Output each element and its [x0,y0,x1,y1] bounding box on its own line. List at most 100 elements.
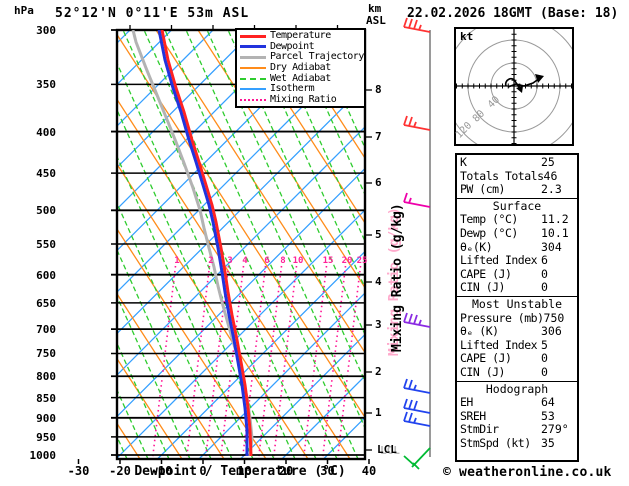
km-tick-label: 6 [375,176,382,189]
panel-row-value: 5 [541,337,548,352]
pressure-tick-label: 350 [36,78,56,92]
temp-tick-label: -30 [67,464,90,478]
legend-item: Isotherm [240,84,364,95]
wind-barb [403,411,431,427]
legend-swatch [240,34,266,38]
pressure-tick-label: 1000 [29,449,57,462]
panel-section: Hodograph EH 64 SREH 53 StmDir 279° StmSpd (kt)… [457,380,577,452]
temp-tick-label: 20 [278,464,294,478]
legend-label: Temperature [270,30,331,42]
panel-row: CAPE (J) 0 [457,352,577,366]
km-tick-label: 5 [375,228,382,241]
legend-label: Parcel Trajectory [270,51,364,63]
mixing-ratio-value-label: 15 [322,256,334,266]
panel-row-value: 0 [541,364,548,379]
panel-row-label: Totals Totals [460,168,544,183]
panel-row-value: 46 [543,168,558,183]
panel-row-label: K [460,155,467,169]
mixing-ratio-value-label: 1 [174,256,180,266]
legend-label: Isotherm [270,83,315,95]
panel-row-label: Pressure (mb) [460,310,544,325]
chart-legend: Temperature Dewpoint Parcel Trajectory Dry … [235,28,366,109]
panel-row-label: PW (cm) [460,182,505,197]
panel-row-label: CIN (J) [460,280,505,295]
altitude-axis-unit-asl: ASL [366,14,386,27]
legend-item: Mixing Ratio [240,94,364,106]
panel-section-header: Most Unstable [471,296,562,311]
pressure-tick-label: 500 [36,204,56,218]
panel-row-value: 0 [541,266,548,281]
valid-time: 22.02.2026 18GMT (Base: 18) [407,6,619,21]
panel-row-value: 25 [541,155,555,169]
panel-row: θₑ(K) 304 [457,239,577,255]
panel-row-label: CIN (J) [460,364,505,379]
panel-row-value: 10.1 [541,225,569,240]
lcl-marker: LCL [377,443,397,456]
temp-tick-label: -10 [150,464,173,478]
temp-tick-label: 0 [199,464,207,478]
panel-row: CIN (J) 0 [457,281,577,295]
pressure-tick-label: 400 [36,125,56,139]
legend-label: Wet Adiabat [270,72,331,84]
mixing-ratio-value-label: 20 [341,256,353,266]
pressure-tick-label: 850 [36,391,56,405]
temp-tick-label: 10 [237,464,252,478]
panel-row-value: 279° [541,422,569,437]
km-tick-label: 7 [375,130,382,143]
legend-swatch [240,55,266,59]
panel-row: CAPE (J) 0 [457,266,577,282]
panel-row-value: 53 [541,408,555,423]
panel-row: θₑ (K) 306 [457,325,577,339]
mixing-ratio-axis-label: Mixing Ratio (g/kg) [390,203,405,352]
panel-row-label: Temp (°C) [460,212,518,227]
panel-row-label: Dewp (°C) [460,225,518,240]
pressure-tick-label: 950 [36,430,56,444]
panel-row-value: 11.2 [541,212,569,227]
panel-row-label: StmSpd (kt) [460,435,531,450]
panel-row-value: 2.3 [541,182,562,197]
km-tick-label: 2 [375,365,382,378]
legend-label: Dry Adiabat [270,62,331,74]
pressure-tick-label: 750 [36,347,56,361]
panel-row: SREH 53 [457,408,577,424]
pressure-tick-label: 300 [36,24,56,37]
panel-row-label: Lifted Index [460,253,538,268]
panel-row: PW (cm) 2.3 [457,183,577,197]
copyright-credit: © weatheronline.co.uk [443,465,612,480]
panel-row: EH 64 [457,395,577,410]
panel-row: Lifted Index 6 [457,254,577,268]
hodograph-unit-label: kt [460,30,474,43]
panel-row-value: 304 [541,239,562,254]
mixing-ratio-value-label: 8 [280,256,286,266]
pressure-tick-label: 800 [36,370,56,384]
panel-row-value: 306 [541,324,562,339]
wind-barb [403,378,431,394]
panel-row: Dewp (°C) 10.1 [457,225,577,241]
panel-row: Totals Totals 46 [457,168,577,184]
temp-tick-label: 40 [361,464,377,478]
panel-row: StmDir 279° [457,423,577,437]
sounding-app: hPa 52°12'N 0°11'E 53m ASL km ASL 22.02.… [0,0,629,486]
panel-row: StmSpd (kt) 35 [457,435,577,451]
panel-row-label: θₑ(K) [460,239,493,254]
indices-panel: K 25 Totals Totals 46 PW (cm) 2.3 Surface Temp … [455,153,579,462]
wind-barb-column [403,17,431,470]
pressure-axis-unit: hPa [14,4,34,17]
pressure-tick-label: 650 [36,296,56,310]
mixing-ratio-value-label: 6 [264,256,270,266]
temp-tick-label: -20 [109,464,131,478]
km-tick-label: 1 [375,406,382,419]
legend-swatch [240,45,266,49]
panel-row-value: 750 [543,310,565,325]
mixing-ratio-value-label: 10 [292,256,304,266]
panel-row-label: θₑ (K) [460,324,499,339]
panel-row-label: SREH [460,408,486,423]
panel-section-header: Surface [492,198,542,213]
panel-section: K 25 Totals Totals 46 PW (cm) 2.3 [457,155,577,198]
pressure-tick-label: 550 [36,237,56,251]
mixing-ratio-value-label: 25 [356,256,368,266]
legend-item: Dry Adiabat [240,63,364,74]
panel-row: CIN (J) 0 [457,364,577,380]
wind-barb [403,312,431,328]
pressure-tick-label: 450 [36,167,56,181]
